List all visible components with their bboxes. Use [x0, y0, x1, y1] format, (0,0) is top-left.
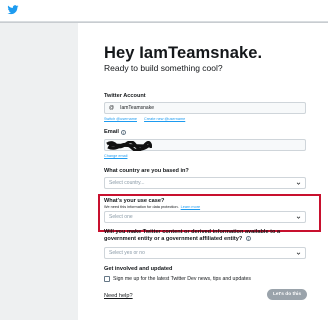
- chevron-down-icon: [296, 252, 301, 255]
- redaction-scribble: [106, 141, 152, 151]
- twitter-account-value: IamTeamsnake: [120, 105, 154, 111]
- twitter-account-field: @ IamTeamsnake: [104, 102, 306, 114]
- email-label: Email i: [104, 129, 126, 135]
- account-links: Switch @username Create new @username: [104, 117, 191, 121]
- country-label: What country are you based in?: [104, 168, 189, 174]
- create-username-link[interactable]: Create new @username: [144, 117, 185, 121]
- learn-more-link[interactable]: Learn more: [181, 205, 200, 209]
- top-bar: [0, 0, 328, 22]
- use-case-select[interactable]: Select one: [104, 211, 306, 223]
- page-title: Hey IamTeamsnake.: [104, 44, 263, 62]
- government-question-label: Will you make Twitter content or derived…: [104, 229, 281, 242]
- use-case-helper: We need this information for data protec…: [104, 205, 201, 209]
- switch-username-link[interactable]: Switch @username: [104, 117, 137, 121]
- change-email-link[interactable]: Change email: [104, 154, 127, 158]
- newsletter-checkbox[interactable]: [104, 276, 110, 282]
- government-select[interactable]: Select yes or no: [104, 247, 306, 259]
- info-icon[interactable]: i: [120, 129, 126, 135]
- newsletter-option: Sign me up for the latest Twitter Dev ne…: [104, 276, 251, 282]
- updates-label: Get involved and updated: [104, 266, 173, 272]
- submit-button[interactable]: Let's do this: [267, 289, 307, 300]
- chevron-down-icon: [296, 182, 301, 185]
- twitter-account-label: Twitter Account: [104, 93, 146, 99]
- change-email-link-row: Change email: [104, 154, 133, 158]
- page-subtitle: Ready to build something cool?: [104, 63, 223, 73]
- chevron-down-icon: [296, 216, 301, 219]
- twitter-bird-icon[interactable]: [6, 4, 20, 16]
- country-select[interactable]: Select country...: [104, 177, 306, 189]
- signup-form-panel: Hey IamTeamsnake. Ready to build somethi…: [78, 23, 328, 320]
- at-symbol: @: [109, 105, 115, 111]
- use-case-label: What's your use case?: [104, 198, 165, 204]
- need-help-link[interactable]: Need help?: [104, 293, 133, 299]
- info-icon[interactable]: i: [245, 235, 251, 241]
- newsletter-checkbox-label: Sign me up for the latest Twitter Dev ne…: [113, 276, 252, 282]
